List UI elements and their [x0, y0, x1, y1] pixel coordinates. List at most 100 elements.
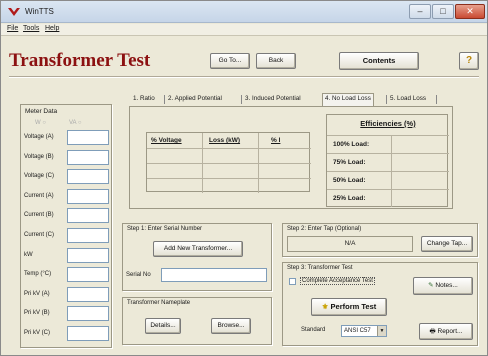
- efficiency-value: [391, 154, 448, 171]
- meter-label: Current (C): [24, 232, 55, 238]
- meter-label: Pri kV (C): [24, 330, 50, 336]
- notes-icon: ✎: [428, 282, 434, 289]
- main-window: WinTTS – □ ✕ File Tools Help Transformer…: [0, 0, 488, 356]
- menu-file[interactable]: File: [7, 25, 18, 32]
- meter-input[interactable]: [67, 188, 109, 204]
- meter-input[interactable]: [67, 247, 109, 263]
- close-button[interactable]: ✕: [455, 4, 485, 19]
- tab-applied-potential[interactable]: 2. Applied Potential: [168, 95, 222, 102]
- change-tap-button[interactable]: Change Tap...: [421, 236, 473, 252]
- notes-button[interactable]: ✎ Notes...: [413, 277, 473, 295]
- meter-row: Pri kV (B): [24, 306, 110, 322]
- menu-bar: File Tools Help: [1, 24, 487, 36]
- meter-label: Current (A): [24, 192, 54, 199]
- tab-load-loss[interactable]: 5. Load Loss: [390, 95, 426, 102]
- meter-row: Current (B): [24, 208, 110, 224]
- title-bar[interactable]: WinTTS – □ ✕: [1, 1, 487, 23]
- minimize-button[interactable]: –: [409, 4, 431, 19]
- notes-label: Notes...: [435, 282, 458, 289]
- efficiency-value: [391, 172, 448, 189]
- details-button[interactable]: Details...: [145, 318, 181, 334]
- browse-button[interactable]: Browse...: [211, 318, 251, 334]
- goto-button[interactable]: Go To...: [210, 53, 250, 69]
- radio-w[interactable]: W ○: [35, 120, 46, 126]
- meter-label: Temp (°C): [24, 271, 52, 278]
- acceptance-label: Complete Acceptance Test: [300, 277, 375, 285]
- standard-value: ANSI C57: [344, 328, 371, 334]
- meter-row: Current (A): [24, 188, 110, 204]
- meter-label: Current (B): [24, 212, 54, 219]
- col-header-voltage: % Voltage: [151, 137, 182, 144]
- meter-input[interactable]: [67, 208, 109, 224]
- efficiency-value: [391, 190, 448, 207]
- meter-input[interactable]: [67, 286, 109, 302]
- serial-number-input[interactable]: [161, 268, 267, 282]
- meter-label: Pri kV (A): [24, 290, 50, 297]
- standard-select[interactable]: ANSI C57 ▼: [341, 325, 387, 337]
- report-icon: 🖶: [429, 328, 436, 335]
- menu-help[interactable]: Help: [45, 25, 59, 32]
- meter-input[interactable]: [67, 326, 109, 341]
- step2-group: Step 2: Enter Tap (Optional) N/A Change …: [282, 223, 478, 257]
- meter-label: Voltage (B): [24, 153, 54, 160]
- menu-tools[interactable]: Tools: [23, 25, 39, 32]
- report-label: Report...: [437, 328, 463, 335]
- transformer-app-icon: [8, 8, 20, 16]
- efficiency-label: 75% Load:: [333, 159, 366, 166]
- efficiency-row: 50% Load:: [327, 171, 449, 189]
- grid-line: [147, 178, 311, 179]
- nameplate-group: Transformer Nameplate Details... Browse.…: [122, 297, 272, 345]
- tap-display: N/A: [287, 236, 413, 252]
- tab-separator: [164, 95, 165, 104]
- contents-button[interactable]: Contents: [339, 52, 419, 70]
- meter-data-panel: Meter Data W ○ VA ○ Voltage (A) Voltage (…: [20, 104, 112, 348]
- meter-input[interactable]: [67, 228, 109, 243]
- efficiency-row: 100% Load:: [327, 135, 449, 153]
- back-button[interactable]: Back: [256, 53, 296, 69]
- meter-row: Pri kV (A): [24, 286, 110, 302]
- step1-group: Step 1: Enter Serial Number Add New Tran…: [122, 223, 272, 291]
- efficiency-label: 25% Load:: [333, 195, 366, 202]
- radio-va[interactable]: VA ○: [69, 120, 82, 126]
- step3-title: Step 3: Transformer Test: [287, 265, 353, 271]
- help-icon: ?: [465, 55, 473, 66]
- col-header-current: % I: [271, 137, 281, 144]
- perform-test-button[interactable]: ⚜ Perform Test: [311, 298, 387, 316]
- report-button[interactable]: 🖶 Report...: [419, 323, 473, 340]
- meter-label: kW: [24, 251, 33, 258]
- meter-input[interactable]: [67, 267, 109, 283]
- maximize-button[interactable]: □: [432, 4, 454, 19]
- step2-title: Step 2: Enter Tap (Optional): [287, 226, 362, 232]
- grid-line: [258, 133, 259, 193]
- add-transformer-button[interactable]: Add New Transformer...: [153, 241, 243, 257]
- nameplate-title: Transformer Nameplate: [127, 300, 191, 306]
- grid-line: [147, 148, 311, 149]
- meter-input[interactable]: [67, 306, 109, 322]
- tab-no-load-loss[interactable]: 4. No Load Loss: [322, 93, 374, 106]
- efficiency-label: 100% Load:: [333, 141, 370, 148]
- efficiency-value: [391, 136, 448, 153]
- efficiencies-panel: Efficiencies (%) 100% Load: 75% Load: 50…: [326, 114, 449, 207]
- meter-input[interactable]: [67, 169, 109, 185]
- efficiency-row: 25% Load:: [327, 189, 449, 207]
- meter-input[interactable]: [67, 149, 109, 165]
- radio-va-label: VA: [69, 120, 77, 126]
- grid-line: [147, 163, 311, 164]
- meter-row: Temp (°C): [24, 267, 110, 283]
- grid-line: [202, 133, 203, 193]
- help-button[interactable]: ?: [459, 52, 479, 70]
- acceptance-checkbox[interactable]: [289, 278, 296, 285]
- meter-row: Voltage (A): [24, 130, 110, 145]
- col-header-loss: Loss (kW): [209, 137, 241, 144]
- meter-row: Voltage (C): [24, 169, 110, 185]
- trophy-icon: ⚜: [321, 302, 329, 311]
- meter-input[interactable]: [67, 130, 109, 145]
- page-header: Transformer Test Go To... Back Contents …: [9, 40, 479, 78]
- meter-label: Pri kV (B): [24, 310, 50, 317]
- tab-ratio[interactable]: 1. Ratio: [133, 95, 155, 102]
- chevron-down-icon[interactable]: ▼: [377, 326, 386, 336]
- close-icon: ✕: [466, 6, 474, 16]
- tab-separator: [386, 95, 387, 104]
- tab-induced-potential[interactable]: 3. Induced Potential: [245, 95, 301, 102]
- perform-test-label: Perform Test: [330, 302, 377, 311]
